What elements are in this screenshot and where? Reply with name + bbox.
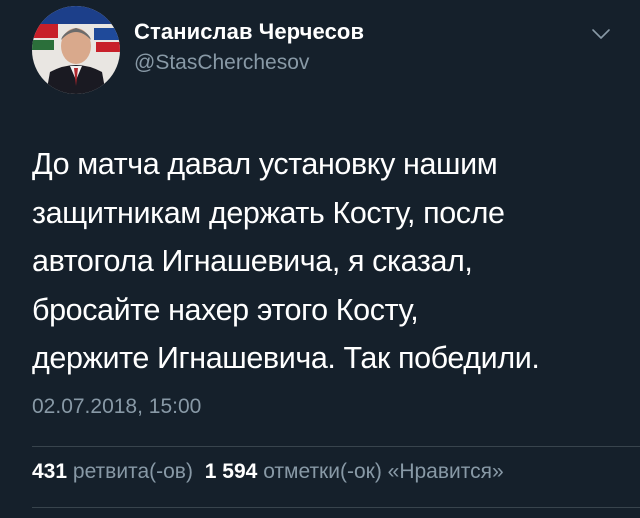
tweet-text-line: держите Игнашевича. Так победили. bbox=[32, 341, 540, 375]
avatar[interactable] bbox=[32, 6, 120, 94]
tweet-text-line: защитникам держать Косту, после bbox=[32, 195, 505, 230]
divider bbox=[32, 507, 640, 508]
tweet-card: Станислав Черчесов @StasCherchesov До ма… bbox=[0, 0, 640, 518]
retweets-label[interactable]: ретвита(-ов) bbox=[73, 460, 193, 483]
tweet-text: До матча давал установку нашим защитника… bbox=[32, 140, 622, 383]
chevron-down-icon[interactable] bbox=[590, 26, 612, 42]
tweet-text-line: автогола Игнашевича, я сказал, bbox=[32, 244, 473, 278]
tweet-text-line: бросайте нахер этого Косту, bbox=[32, 292, 419, 327]
tweet-stats: 431 ретвита(-ов) 1 594 отметки(-ок) «Нра… bbox=[32, 460, 504, 484]
likes-count[interactable]: 1 594 bbox=[205, 460, 258, 483]
user-handle[interactable]: @StasCherchesov bbox=[134, 51, 309, 75]
tweet-text-line: До матча давал установку нашим bbox=[32, 147, 498, 181]
tweet-timestamp[interactable]: 02.07.2018, 15:00 bbox=[32, 395, 201, 419]
display-name[interactable]: Станислав Черчесов bbox=[134, 19, 364, 45]
likes-label[interactable]: отметки(-ок) «Нравится» bbox=[263, 460, 504, 483]
retweets-count[interactable]: 431 bbox=[32, 460, 67, 483]
divider bbox=[32, 446, 640, 447]
